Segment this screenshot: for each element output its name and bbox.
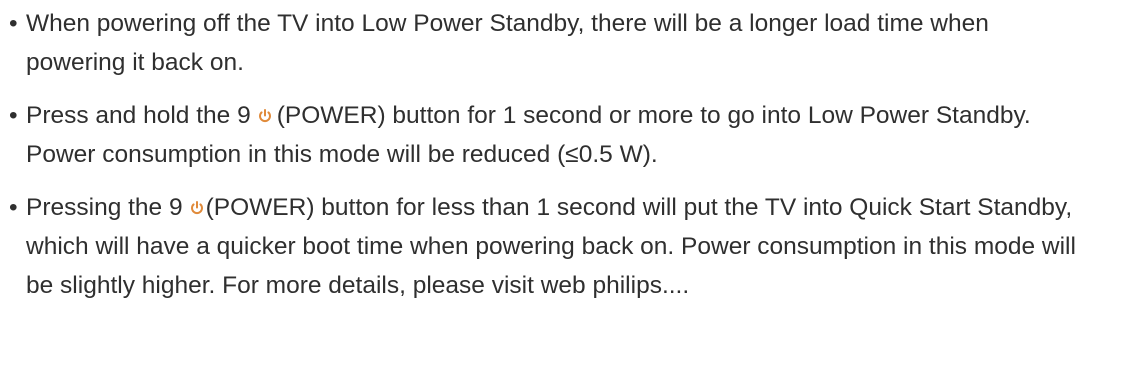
list-item-low-power-load-time: • When powering off the TV into Low Powe… — [0, 4, 1131, 82]
document-body: • When powering off the TV into Low Powe… — [0, 0, 1131, 385]
list-item-text: When powering off the TV into Low Power … — [26, 10, 989, 76]
list-item-text-before-icon: Press and hold the 9 — [26, 102, 251, 129]
bullet-marker: • — [9, 10, 18, 37]
bullet-marker: • — [9, 194, 18, 221]
power-icon — [189, 200, 205, 216]
bullet-marker: • — [9, 102, 18, 129]
list-item-quick-start: • Pressing the 9 (POWER) button for less … — [0, 188, 1131, 305]
list-item-text-after-icon: (POWER) button for less than 1 second wi… — [26, 194, 1076, 299]
list-item-press-and-hold: • Press and hold the 9 (POWER) button for… — [0, 96, 1131, 174]
list-item-text-before-icon: Pressing the 9 — [26, 194, 183, 221]
standby-info-list: • When powering off the TV into Low Powe… — [0, 4, 1131, 305]
power-icon — [257, 108, 273, 124]
